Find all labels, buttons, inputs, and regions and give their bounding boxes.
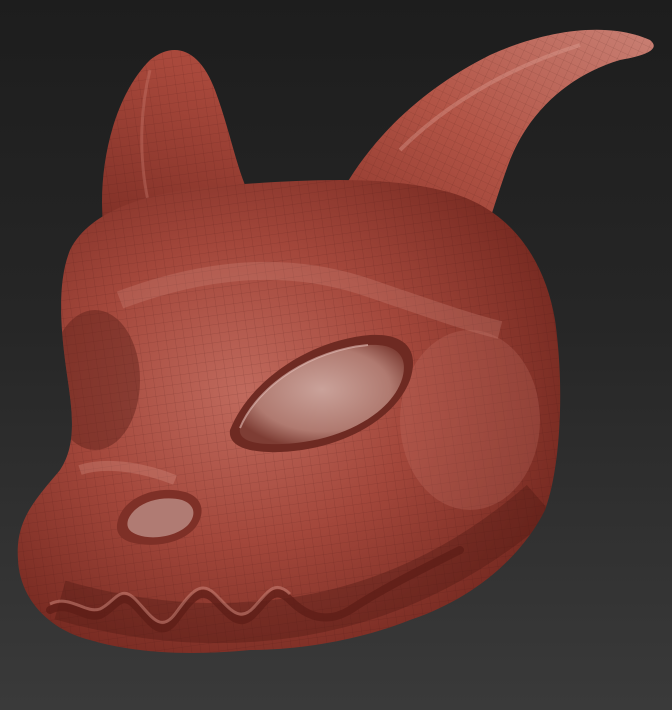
sculpt-viewport[interactable] <box>0 0 672 710</box>
sculpt-model-render <box>17 29 654 653</box>
